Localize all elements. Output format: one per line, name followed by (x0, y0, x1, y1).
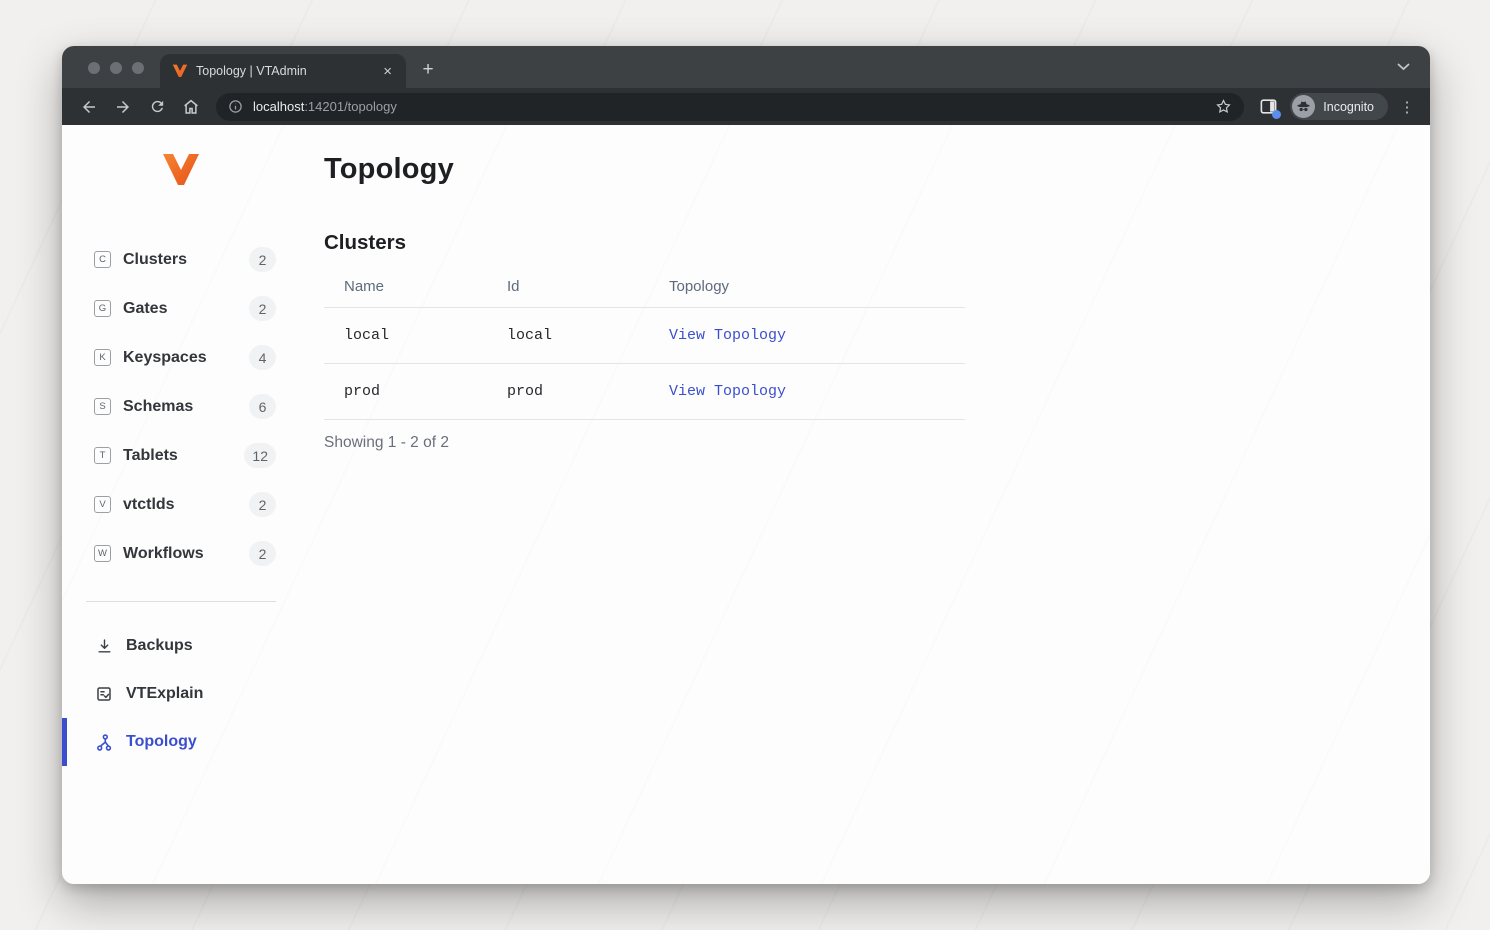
side-panel-icon[interactable] (1256, 95, 1280, 119)
tablets-letter-icon: T (94, 447, 111, 464)
sidebar-item-vtctlds[interactable]: V vtctlds 2 (62, 480, 324, 529)
sidebar-item-label: Tablets (123, 447, 178, 465)
clusters-table: Name Id Topology local local View Topolo… (324, 272, 965, 420)
sidebar-item-keyspaces[interactable]: K Keyspaces 4 (62, 333, 324, 382)
workflows-letter-icon: W (94, 545, 111, 562)
sidebar-item-label: Topology (126, 733, 197, 751)
sidebar-item-tablets[interactable]: T Tablets 12 (62, 431, 324, 480)
sidebar-item-clusters[interactable]: C Clusters 2 (62, 235, 324, 284)
column-header-topology: Topology (649, 272, 965, 308)
clusters-letter-icon: C (94, 251, 111, 268)
cell-id: local (487, 308, 649, 364)
sidebar-item-backups[interactable]: Backups (62, 622, 324, 670)
vtctlds-letter-icon: V (94, 496, 111, 513)
count-badge: 2 (249, 492, 276, 517)
sidebar-tools: Backups VTExplain Topology (62, 622, 324, 766)
sidebar-item-label: Gates (123, 300, 167, 318)
sidebar-divider (86, 601, 276, 602)
url-text: localhost:14201/topology (253, 99, 397, 114)
tab-close-icon[interactable]: × (379, 62, 396, 81)
home-icon[interactable] (178, 94, 204, 120)
table-row: prod prod View Topology (324, 364, 965, 420)
sidebar-item-label: Keyspaces (123, 349, 207, 367)
pagination-status: Showing 1 - 2 of 2 (324, 434, 1370, 452)
url-host: localhost (253, 99, 304, 114)
window-minimize-button[interactable] (110, 62, 122, 74)
incognito-badge: Incognito (1290, 93, 1388, 120)
sidebar-nav: C Clusters 2 G Gates 2 K Keyspaces 4 S S… (62, 235, 324, 578)
cell-topology: View Topology (649, 364, 965, 420)
count-badge: 2 (249, 541, 276, 566)
count-badge: 2 (249, 247, 276, 272)
browser-tab[interactable]: Topology | VTAdmin × (160, 54, 406, 88)
section-title: Clusters (324, 231, 1370, 255)
table-row: local local View Topology (324, 308, 965, 364)
count-badge: 12 (244, 443, 276, 468)
document-check-icon (94, 685, 114, 703)
sidebar-item-label: VTExplain (126, 685, 203, 703)
new-tab-icon[interactable]: + (414, 56, 442, 84)
cell-topology: View Topology (649, 308, 965, 364)
sidebar-item-schemas[interactable]: S Schemas 6 (62, 382, 324, 431)
cell-id: prod (487, 364, 649, 420)
sidebar-item-topology[interactable]: Topology (62, 718, 324, 766)
incognito-label: Incognito (1323, 100, 1374, 114)
cell-name: prod (324, 364, 487, 420)
url-path: :14201/topology (304, 99, 397, 114)
count-badge: 4 (249, 345, 276, 370)
side-panel-badge-dot (1272, 110, 1281, 119)
window-zoom-button[interactable] (132, 62, 144, 74)
cell-name: local (324, 308, 487, 364)
count-badge: 2 (249, 296, 276, 321)
gates-letter-icon: G (94, 300, 111, 317)
sidebar: C Clusters 2 G Gates 2 K Keyspaces 4 S S… (62, 125, 324, 884)
count-badge: 6 (249, 394, 276, 419)
vitess-logo (161, 149, 201, 191)
sidebar-item-label: Clusters (123, 251, 187, 269)
topology-icon (94, 733, 114, 752)
view-topology-link[interactable]: View Topology (669, 383, 786, 400)
sidebar-item-label: Workflows (123, 545, 204, 563)
browser-toolbar: localhost:14201/topology Incognito ⋮ (62, 88, 1430, 125)
bookmark-star-icon[interactable] (1215, 98, 1232, 115)
page-content: C Clusters 2 G Gates 2 K Keyspaces 4 S S… (62, 125, 1430, 884)
tab-title: Topology | VTAdmin (196, 64, 371, 78)
sidebar-item-gates[interactable]: G Gates 2 (62, 284, 324, 333)
sidebar-item-label: Backups (126, 637, 193, 655)
vitess-favicon (172, 63, 188, 79)
menu-kebab-icon[interactable]: ⋮ (1396, 94, 1418, 120)
column-header-id: Id (487, 272, 649, 308)
keyspaces-letter-icon: K (94, 349, 111, 366)
forward-icon[interactable] (110, 94, 136, 120)
window-close-button[interactable] (88, 62, 100, 74)
table-header-row: Name Id Topology (324, 272, 965, 308)
column-header-name: Name (324, 272, 487, 308)
browser-window: Topology | VTAdmin × + localhost:14201/t… (62, 46, 1430, 884)
reload-icon[interactable] (144, 94, 170, 120)
page-title: Topology (324, 153, 1370, 186)
tab-search-chevron-icon[interactable] (1397, 58, 1410, 76)
sidebar-item-label: Schemas (123, 398, 193, 416)
address-bar[interactable]: localhost:14201/topology (216, 93, 1244, 121)
sidebar-item-vtexplain[interactable]: VTExplain (62, 670, 324, 718)
view-topology-link[interactable]: View Topology (669, 327, 786, 344)
window-controls (62, 62, 160, 88)
tab-strip: Topology | VTAdmin × + (62, 46, 1430, 88)
site-info-icon[interactable] (228, 99, 243, 114)
incognito-icon (1292, 95, 1315, 118)
back-icon[interactable] (76, 94, 102, 120)
main-panel: Topology Clusters Name Id Topology local… (324, 125, 1430, 884)
sidebar-item-workflows[interactable]: W Workflows 2 (62, 529, 324, 578)
download-icon (94, 638, 114, 655)
sidebar-item-label: vtctlds (123, 496, 175, 514)
schemas-letter-icon: S (94, 398, 111, 415)
